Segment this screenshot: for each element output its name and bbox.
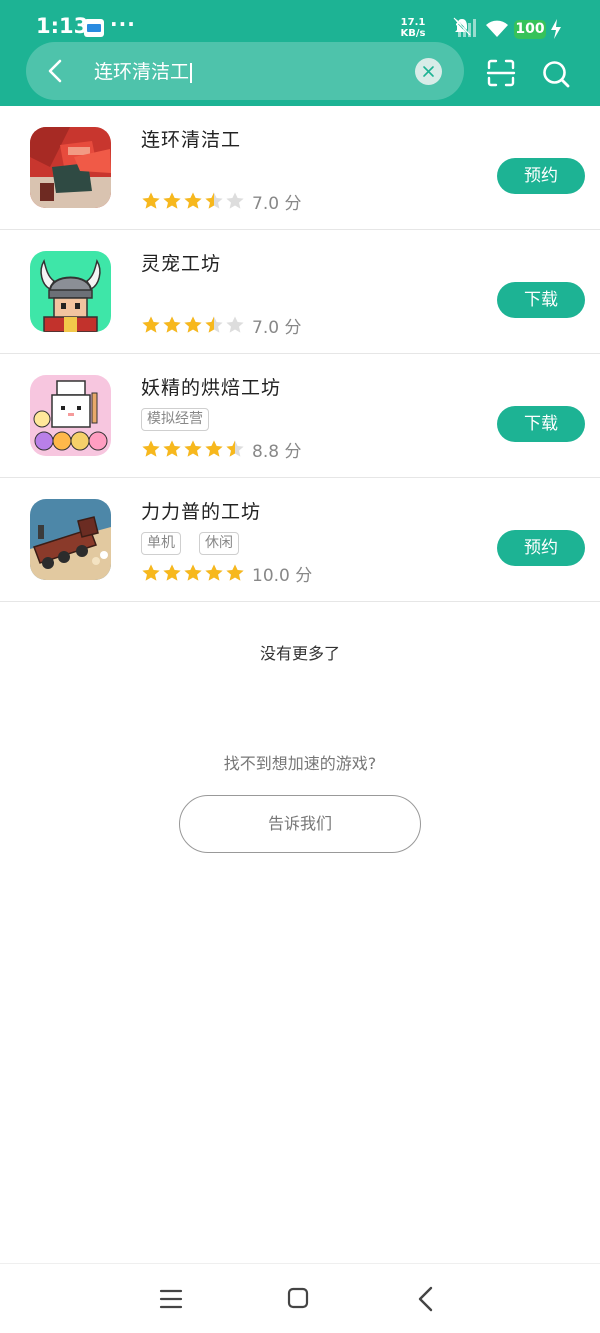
download-button[interactable]: 下载: [497, 406, 585, 442]
star-full-icon: [163, 316, 181, 333]
star-full-icon: [184, 192, 202, 209]
tag-list: 单机 休闲: [141, 532, 239, 555]
text-cursor: [190, 62, 192, 83]
game-name: 力力普的工坊: [141, 501, 262, 523]
game-name: 灵宠工坊: [141, 253, 222, 275]
network-speed-value: 17.1: [400, 17, 426, 28]
rating-stars: [141, 191, 245, 211]
star-full-icon: [205, 564, 223, 581]
rating-score: 7.0 分: [252, 318, 302, 338]
tag-list: 模拟经营: [141, 408, 209, 431]
rating-score: 7.0 分: [252, 194, 302, 214]
search-icon[interactable]: [541, 59, 571, 89]
download-button[interactable]: 下载: [497, 282, 585, 318]
signal-icon: [456, 19, 476, 37]
network-speed-unit: KB/s: [400, 28, 426, 39]
red-figure-game-icon[interactable]: [30, 127, 111, 208]
star-full-icon: [142, 316, 160, 333]
scan-icon[interactable]: [486, 58, 516, 88]
star-half-icon: [205, 316, 223, 333]
wifi-icon: [486, 20, 508, 37]
system-nav-bar: [0, 1263, 600, 1333]
star-half-icon: [205, 192, 223, 209]
list-item[interactable]: 妖精的烘焙工坊 模拟经营 8.8 分 下载: [0, 354, 600, 478]
star-full-icon: [205, 440, 223, 457]
star-full-icon: [142, 564, 160, 581]
rating-stars: [141, 439, 245, 459]
list-item[interactable]: 灵宠工坊 7.0 分 下载: [0, 230, 600, 354]
list-item[interactable]: 连环清洁工 7.0 分 预约: [0, 106, 600, 230]
star-full-icon: [184, 316, 202, 333]
battery-indicator: 100: [514, 20, 546, 39]
genre-tag: 单机: [141, 532, 181, 555]
genre-tag: 模拟经营: [141, 408, 209, 431]
end-of-list-text: 没有更多了: [259, 644, 340, 663]
star-empty-icon: [226, 316, 244, 333]
rating-stars: [141, 315, 245, 335]
game-name: 连环清洁工: [141, 129, 242, 151]
star-full-icon: [163, 564, 181, 581]
close-icon: [423, 66, 434, 77]
back-arrow-icon[interactable]: [42, 57, 70, 85]
calendar-notification-icon: [84, 19, 104, 37]
star-full-icon: [184, 564, 202, 581]
status-bar: 1:13 ··· 17.1 KB/s 100: [0, 0, 600, 40]
star-empty-icon: [226, 192, 244, 209]
network-speed: 17.1 KB/s: [396, 17, 430, 39]
game-name: 妖精的烘焙工坊: [141, 377, 282, 399]
status-time: 1:13: [36, 14, 89, 38]
reserve-button[interactable]: 预约: [497, 530, 585, 566]
star-full-icon: [184, 440, 202, 457]
star-full-icon: [142, 192, 160, 209]
bunny-baker-game-icon[interactable]: [30, 375, 111, 456]
viking-helmet-game-icon[interactable]: [30, 251, 111, 332]
clear-search-button[interactable]: [415, 58, 442, 85]
rating-score: 10.0 分: [252, 566, 313, 586]
app-header: 1:13 ··· 17.1 KB/s 100 连环清洁工: [0, 0, 600, 106]
cant-find-prompt: 找不到想加速的游戏?: [223, 754, 377, 773]
train-workshop-game-icon[interactable]: [30, 499, 111, 580]
back-icon[interactable]: [416, 1286, 436, 1312]
home-icon[interactable]: [287, 1287, 309, 1309]
reserve-button[interactable]: 预约: [497, 158, 585, 194]
more-notifications-icon: ···: [110, 12, 136, 36]
list-item[interactable]: 力力普的工坊 单机 休闲 10.0 分 预约: [0, 478, 600, 602]
tell-us-button[interactable]: 告诉我们: [179, 795, 421, 853]
star-full-icon: [163, 440, 181, 457]
genre-tag: 休闲: [199, 532, 239, 555]
search-bar[interactable]: [26, 42, 464, 100]
search-query: 连环清洁工: [94, 61, 190, 83]
rating-stars: [141, 563, 245, 583]
star-full-icon: [163, 192, 181, 209]
search-results-list: 连环清洁工 7.0 分 预约 灵宠工坊 7.0 分 下载 妖精的烘焙工坊 模拟经…: [0, 106, 600, 602]
rating-score: 8.8 分: [252, 442, 302, 462]
search-input[interactable]: 连环清洁工: [94, 58, 192, 86]
star-half-icon: [226, 440, 244, 457]
star-full-icon: [226, 564, 244, 581]
recent-apps-icon[interactable]: [159, 1288, 183, 1310]
star-full-icon: [142, 440, 160, 457]
charging-icon: [551, 19, 561, 39]
